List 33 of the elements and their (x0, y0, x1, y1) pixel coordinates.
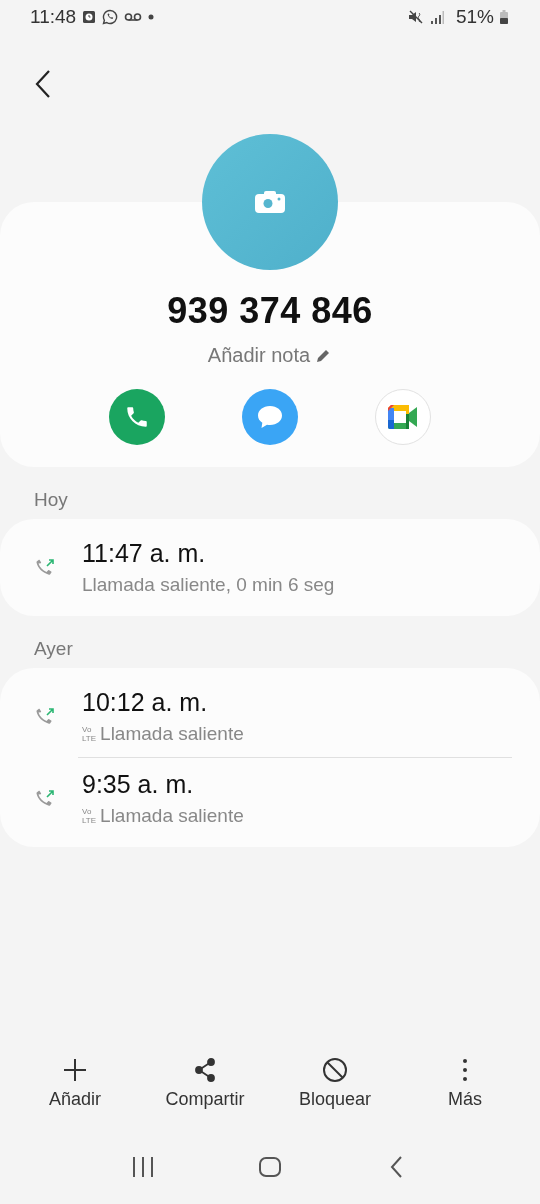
voicemail-icon (124, 12, 143, 22)
section-header: Hoy (33, 488, 69, 512)
toolbar-button[interactable]: Añadir (15, 1057, 135, 1110)
call-time: 11:47 a. m. (82, 539, 207, 568)
volte-label: Vo LTE (82, 725, 97, 743)
plus-icon (62, 1057, 88, 1083)
status-time: 11:48 (30, 6, 77, 28)
call-detail: Llamada saliente (100, 805, 244, 827)
call-time: 10:12 a. m. (82, 688, 209, 717)
speech-bubble-icon (256, 404, 284, 430)
call-time: 9:35 a. m. (82, 770, 195, 799)
toolbar-button[interactable]: Compartir (145, 1057, 265, 1110)
call-detail: Llamada saliente (100, 723, 244, 745)
share-icon (192, 1057, 218, 1083)
call-detail: Llamada saliente, 0 min 6 seg (82, 574, 335, 596)
mute-icon (407, 10, 424, 24)
block-icon (322, 1057, 348, 1083)
battery-percent: 51% (455, 6, 494, 28)
battery-icon (500, 10, 508, 24)
signal-icon (429, 10, 444, 24)
add-note-link[interactable]: Añadir nota (207, 344, 311, 367)
toolbar-button[interactable]: Más (405, 1057, 525, 1110)
recents-icon[interactable] (131, 1156, 156, 1178)
volte-label: Vo LTE (82, 807, 97, 825)
section-header: Ayer (33, 637, 74, 661)
more-icon (463, 1059, 467, 1081)
notification-dot-icon (148, 14, 155, 20)
phone-number: 939 374 846 (167, 290, 373, 332)
clock-app-icon (82, 10, 97, 24)
home-icon[interactable] (258, 1156, 282, 1178)
chat-bubble-icon (102, 9, 119, 25)
toolbar-button[interactable]: Bloquear (275, 1057, 395, 1110)
message-button[interactable] (242, 389, 298, 445)
